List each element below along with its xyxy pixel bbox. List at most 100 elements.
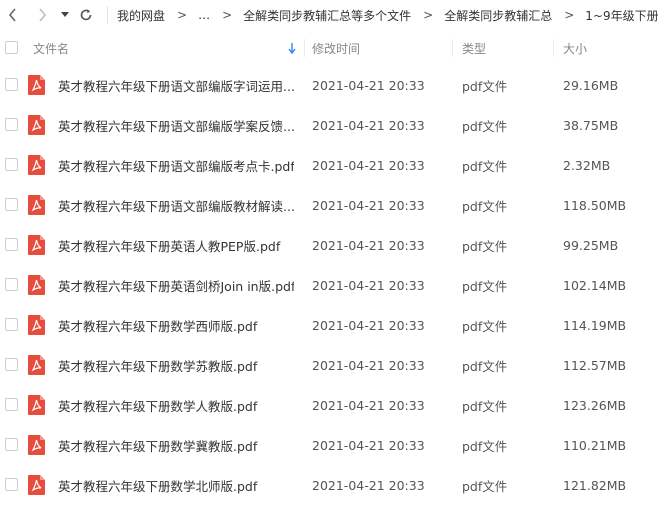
forward-button[interactable] <box>33 4 51 26</box>
breadcrumb-separator: > <box>177 8 188 22</box>
file-name[interactable]: 英才教程六年级下册英语剑桥Join in版.pdf <box>58 265 294 305</box>
pdf-file-icon <box>28 275 45 295</box>
file-type: pdf文件 <box>462 358 508 374</box>
pdf-file-icon <box>28 155 45 175</box>
pdf-file-icon <box>28 315 45 335</box>
file-type: pdf文件 <box>462 198 508 214</box>
column-header-modified[interactable]: 修改时间 <box>312 35 360 61</box>
row-checkbox[interactable] <box>5 158 18 171</box>
file-row[interactable]: 英才教程六年级下册数学人教版.pdf 2021-04-21 20:33 pdf文件 1… <box>0 385 658 425</box>
file-type: pdf文件 <box>462 438 508 454</box>
file-row[interactable]: 英才教程六年级下册语文部编版字词运用... 2021-04-21 20:33 pdf… <box>0 65 658 105</box>
file-type: pdf文件 <box>462 78 508 94</box>
file-size: 99.25MB <box>563 237 619 253</box>
file-name[interactable]: 英才教程六年级下册数学苏教版.pdf <box>58 345 294 385</box>
file-type: pdf文件 <box>462 118 508 134</box>
refresh-icon <box>80 9 92 21</box>
row-checkbox[interactable] <box>5 198 18 211</box>
row-checkbox[interactable] <box>5 118 18 131</box>
row-checkbox[interactable] <box>5 278 18 291</box>
file-modified-time: 2021-04-21 20:33 <box>312 357 425 373</box>
file-row[interactable]: 英才教程六年级下册语文部编版学案反馈... 2021-04-21 20:33 pdf… <box>0 105 658 145</box>
row-checkbox[interactable] <box>5 358 18 371</box>
file-modified-time: 2021-04-21 20:33 <box>312 157 425 173</box>
file-row[interactable]: 英才教程六年级下册语文部编版考点卡.pdf 2021-04-21 20:33 pdf… <box>0 145 658 185</box>
file-row[interactable]: 英才教程六年级下册英语人教PEP版.pdf 2021-04-21 20:33 pdf… <box>0 225 658 265</box>
file-size: 114.19MB <box>563 317 627 333</box>
pdf-file-icon <box>28 115 45 135</box>
breadcrumb-item[interactable]: 全解类同步教辅汇总等多个文件 <box>243 7 411 24</box>
row-checkbox[interactable] <box>5 78 18 91</box>
file-row[interactable]: 英才教程六年级下册数学西师版.pdf 2021-04-21 20:33 pdf文件 1… <box>0 305 658 345</box>
file-name[interactable]: 英才教程六年级下册语文部编版考点卡.pdf <box>58 145 294 185</box>
row-checkbox[interactable] <box>5 438 18 451</box>
file-size: 102.14MB <box>563 277 627 293</box>
chevron-right-icon <box>39 8 47 22</box>
file-modified-time: 2021-04-21 20:33 <box>312 197 425 213</box>
file-row[interactable]: 英才教程六年级下册数学苏教版.pdf 2021-04-21 20:33 pdf文件 1… <box>0 345 658 385</box>
file-list-header: 文件名 修改时间 类型 大小 <box>0 35 658 61</box>
sort-arrow-icon[interactable] <box>288 35 296 61</box>
file-name[interactable]: 英才教程六年级下册英语人教PEP版.pdf <box>58 225 294 265</box>
file-modified-time: 2021-04-21 20:33 <box>312 117 425 133</box>
back-button[interactable] <box>4 4 22 26</box>
column-divider <box>304 39 305 57</box>
file-size: 121.82MB <box>563 477 627 493</box>
file-modified-time: 2021-04-21 20:33 <box>312 277 425 293</box>
file-size: 38.75MB <box>563 117 619 133</box>
file-size: 123.26MB <box>563 397 627 413</box>
column-divider <box>452 39 453 57</box>
pdf-file-icon <box>28 195 45 215</box>
column-header-size[interactable]: 大小 <box>563 35 587 61</box>
file-row[interactable]: 英才教程六年级下册数学北师版.pdf 2021-04-21 20:33 pdf文件 1… <box>0 465 658 505</box>
file-row[interactable]: 英才教程六年级下册数学冀教版.pdf 2021-04-21 20:33 pdf文件 1… <box>0 425 658 465</box>
column-header-type[interactable]: 类型 <box>462 35 486 61</box>
file-name[interactable]: 英才教程六年级下册数学冀教版.pdf <box>58 425 294 465</box>
breadcrumb-item[interactable]: 我的网盘 <box>117 7 165 24</box>
column-divider <box>553 39 554 57</box>
row-checkbox[interactable] <box>5 398 18 411</box>
file-name[interactable]: 英才教程六年级下册数学北师版.pdf <box>58 465 294 505</box>
toolbar-divider <box>107 6 108 24</box>
breadcrumb-item[interactable]: … <box>198 8 210 22</box>
breadcrumb-separator: > <box>222 8 233 22</box>
file-name[interactable]: 英才教程六年级下册语文部编版教材解读... <box>58 185 294 225</box>
file-name[interactable]: 英才教程六年级下册数学人教版.pdf <box>58 385 294 425</box>
pdf-file-icon <box>28 395 45 415</box>
file-row[interactable]: 英才教程六年级下册语文部编版教材解读... 2021-04-21 20:33 pdf… <box>0 185 658 225</box>
pdf-file-icon <box>28 355 45 375</box>
file-size: 118.50MB <box>563 197 627 213</box>
breadcrumb-item[interactable]: 全解类同步教辅汇总 <box>444 7 552 24</box>
row-checkbox[interactable] <box>5 478 18 491</box>
row-checkbox[interactable] <box>5 318 18 331</box>
select-all-checkbox[interactable] <box>5 41 18 54</box>
file-size: 112.57MB <box>563 357 627 373</box>
pdf-file-icon <box>28 435 45 455</box>
file-modified-time: 2021-04-21 20:33 <box>312 397 425 413</box>
refresh-button[interactable] <box>77 4 95 26</box>
chevron-left-icon <box>8 8 16 22</box>
file-modified-time: 2021-04-21 20:33 <box>312 77 425 93</box>
breadcrumb-separator: > <box>564 8 575 22</box>
caret-down-icon <box>61 12 69 17</box>
column-header-name[interactable]: 文件名 <box>33 35 69 61</box>
file-size: 29.16MB <box>563 77 619 93</box>
breadcrumb-separator: > <box>423 8 434 22</box>
file-type: pdf文件 <box>462 318 508 334</box>
file-size: 2.32MB <box>563 157 611 173</box>
file-modified-time: 2021-04-21 20:33 <box>312 437 425 453</box>
file-name[interactable]: 英才教程六年级下册语文部编版字词运用... <box>58 65 294 105</box>
file-row[interactable]: 英才教程六年级下册英语剑桥Join in版.pdf 2021-04-21 20:3… <box>0 265 658 305</box>
breadcrumb-item[interactable]: 1~9年级下册英才教程 <box>585 7 658 24</box>
row-checkbox[interactable] <box>5 238 18 251</box>
file-modified-time: 2021-04-21 20:33 <box>312 317 425 333</box>
file-name[interactable]: 英才教程六年级下册语文部编版学案反馈... <box>58 105 294 145</box>
file-type: pdf文件 <box>462 398 508 414</box>
file-type: pdf文件 <box>462 238 508 254</box>
file-modified-time: 2021-04-21 20:33 <box>312 237 425 253</box>
file-name[interactable]: 英才教程六年级下册数学西师版.pdf <box>58 305 294 345</box>
history-dropdown-button[interactable] <box>58 4 72 26</box>
file-modified-time: 2021-04-21 20:33 <box>312 477 425 493</box>
pdf-file-icon <box>28 475 45 495</box>
pdf-file-icon <box>28 75 45 95</box>
